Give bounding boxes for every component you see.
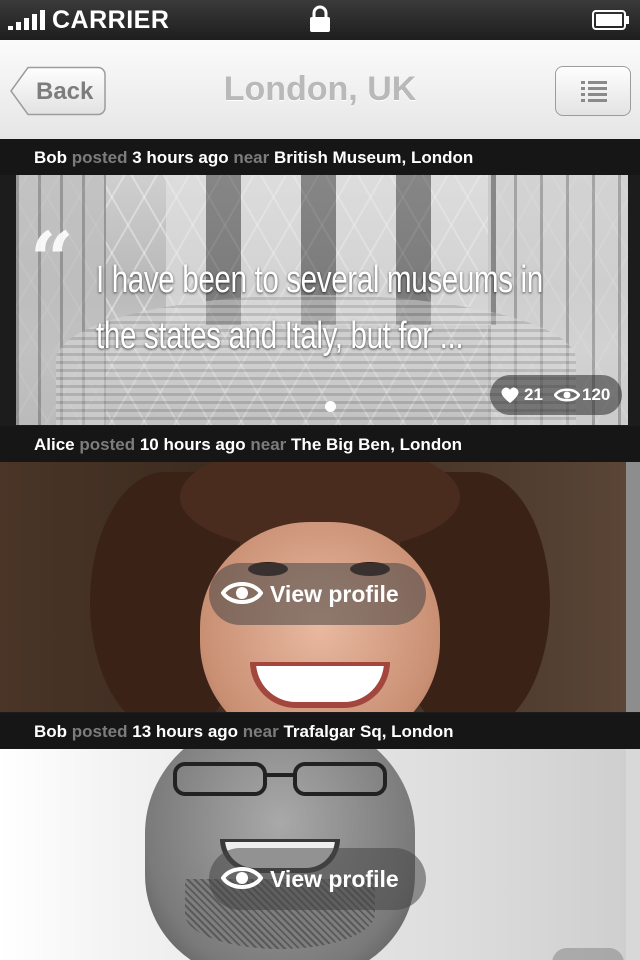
post-location[interactable]: Trafalgar Sq, London	[283, 722, 453, 741]
post-header: Bob posted 13 hours ago near Trafalgar S…	[0, 713, 640, 761]
author-name[interactable]: Bob	[34, 722, 67, 741]
page-indicator-dot[interactable]	[323, 687, 334, 698]
post-header: Bob posted 3 hours ago near British Muse…	[0, 139, 640, 187]
view-profile-label: View profile	[270, 866, 399, 892]
post-time: 3 hours ago	[132, 148, 229, 167]
heart-icon[interactable]	[500, 386, 520, 404]
list-menu-button[interactable]	[555, 66, 631, 116]
list-icon	[581, 81, 607, 102]
views-count: 120	[582, 385, 611, 404]
post-header: Alice posted 10 hours ago near The Big B…	[0, 426, 640, 474]
page-title: London, UK	[223, 70, 417, 108]
likes-count: 21	[524, 385, 543, 404]
eye-icon	[554, 388, 580, 402]
status-bar: CARRIER	[0, 0, 640, 40]
lock-icon	[310, 5, 330, 32]
post-location[interactable]: British Museum, London	[274, 148, 473, 167]
post-time: 10 hours ago	[139, 435, 246, 454]
post-stats: 21 120	[490, 375, 622, 415]
stats-badge	[552, 948, 624, 960]
carrier-label: CARRIER	[52, 6, 170, 34]
post-time: 13 hours ago	[132, 722, 239, 741]
page-indicator-dot[interactable]	[325, 401, 336, 412]
signal-icon	[8, 10, 46, 30]
view-profile-button[interactable]: View profile	[209, 848, 426, 910]
post-quote[interactable]: I have been to several museums in the st…	[96, 252, 564, 364]
author-name[interactable]: Alice	[34, 435, 75, 454]
eye-icon	[221, 867, 263, 889]
eye-icon	[221, 582, 263, 604]
navigation-bar: Back London, UK	[0, 40, 640, 140]
post-location[interactable]: The Big Ben, London	[291, 435, 462, 454]
author-name[interactable]: Bob	[34, 148, 67, 167]
view-profile-label: View profile	[270, 581, 399, 607]
page-indicator-dot[interactable]	[302, 687, 313, 698]
quote-icon: “	[30, 215, 74, 304]
battery-icon	[592, 10, 629, 30]
view-profile-button[interactable]: View profile	[209, 563, 426, 625]
